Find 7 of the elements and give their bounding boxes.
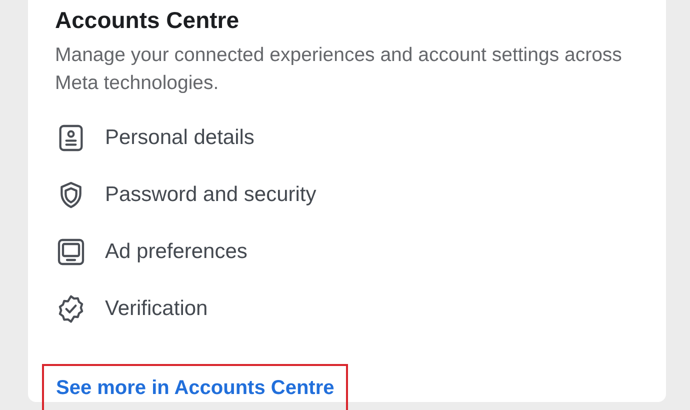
see-more-link[interactable]: See more in Accounts Centre <box>56 377 334 399</box>
menu-item[interactable]: Password and security <box>105 178 316 210</box>
menu-item[interactable]: Personal details <box>105 122 254 154</box>
menu-item[interactable]: Verification <box>105 292 208 324</box>
card-description: Manage your connected experiences and account settings across Meta technologies. <box>55 43 623 96</box>
card-title: Accounts Centre <box>55 6 240 35</box>
menu-item[interactable]: Ad preferences <box>105 236 248 268</box>
